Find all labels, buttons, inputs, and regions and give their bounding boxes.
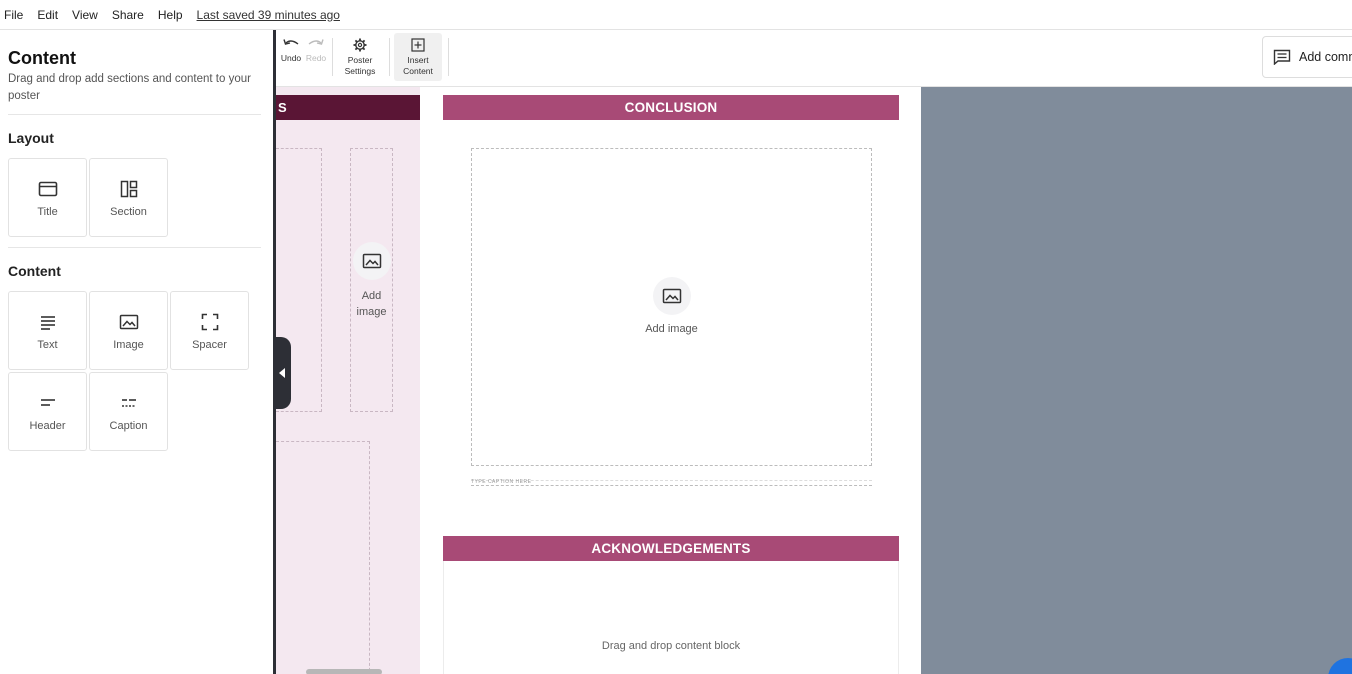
layout-heading: Layout: [8, 130, 54, 146]
content-heading: Content: [8, 263, 61, 279]
poster-settings-label-1: Poster: [347, 55, 373, 65]
insert-content-button[interactable]: Insert Content: [394, 33, 442, 81]
redo-icon: [308, 39, 324, 45]
caption-placeholder: TYPE CAPTION HERE: [471, 479, 532, 485]
section-icon: [118, 178, 140, 200]
menu-file[interactable]: File: [4, 8, 23, 22]
header-icon: [37, 392, 59, 414]
chevron-left-icon: [279, 368, 285, 378]
acknowledgements-dropzone[interactable]: [443, 561, 899, 674]
add-image-label-2: image: [356, 306, 387, 318]
insert-content-label-1: Insert: [407, 55, 429, 65]
tile-label: Spacer: [192, 339, 227, 351]
text-icon: [37, 311, 59, 333]
divider: [8, 114, 261, 115]
layout-section-tile[interactable]: Section: [89, 158, 168, 237]
insert-plus-icon: [411, 38, 425, 52]
add-comment-label: Add comm: [1299, 50, 1352, 64]
image-icon: [362, 253, 381, 269]
add-image-circle: [652, 277, 691, 315]
menu-share[interactable]: Share: [112, 8, 144, 22]
spacer-icon: [199, 311, 221, 333]
tile-label: Header: [29, 420, 66, 432]
panel-title: Content: [8, 48, 76, 68]
add-image-button-small[interactable]: Add image: [350, 242, 393, 320]
caption-icon: [118, 392, 140, 414]
title-icon: [37, 178, 59, 200]
add-image-label-1: Add: [361, 290, 382, 302]
toolbar-separator: [448, 38, 449, 76]
undo-label: Undo: [280, 53, 302, 63]
content-header-tile[interactable]: Header: [8, 372, 87, 451]
poster-settings-label-2: Settings: [344, 66, 376, 76]
horizontal-scrollbar[interactable]: [306, 669, 382, 674]
left-section-header[interactable]: S: [276, 95, 420, 120]
tile-label: Image: [113, 339, 144, 351]
menu-view[interactable]: View: [72, 8, 98, 22]
divider: [8, 247, 261, 248]
tile-label: Caption: [109, 420, 148, 432]
poster-settings-button[interactable]: Poster Settings: [338, 30, 382, 80]
tile-label: Text: [37, 339, 58, 351]
comment-icon: [1273, 49, 1291, 65]
drag-drop-hint: Drag and drop content block: [601, 640, 741, 652]
gear-icon: [353, 38, 367, 52]
poster-canvas: S Add image CONCLUSION Add image TYPE CA…: [276, 87, 921, 674]
image-icon: [118, 311, 140, 333]
last-saved-link[interactable]: Last saved 39 minutes ago: [197, 8, 340, 22]
content-image-tile[interactable]: Image: [89, 291, 168, 370]
content-caption-tile[interactable]: Caption: [89, 372, 168, 451]
redo-label: Redo: [305, 53, 327, 63]
content-text-tile[interactable]: Text: [8, 291, 87, 370]
undo-button[interactable]: Undo: [278, 30, 304, 80]
acknowledgements-header[interactable]: ACKNOWLEDGEMENTS: [443, 536, 899, 561]
panel-description: Drag and drop add sections and content t…: [8, 73, 251, 102]
toolbar-separator: [332, 38, 333, 76]
undo-icon: [283, 39, 299, 45]
toolbar-separator: [389, 38, 390, 76]
tile-label: Title: [37, 206, 58, 218]
image-icon: [662, 288, 681, 304]
redo-button[interactable]: Redo: [304, 30, 328, 80]
content-panel: Content Drag and drop add sections and c…: [0, 30, 273, 674]
add-image-label: Add image: [645, 323, 698, 335]
add-comment-button[interactable]: Add comm: [1262, 36, 1352, 78]
tile-label: Section: [110, 206, 147, 218]
menu-bar: File Edit View Share Help Last saved 39 …: [0, 0, 1352, 30]
insert-content-label-2: Content: [403, 66, 433, 76]
add-image-circle: [352, 242, 391, 280]
canvas-background: [921, 87, 1352, 674]
collapse-panel-button[interactable]: [273, 337, 291, 409]
left-content-placeholder[interactable]: [276, 441, 370, 674]
conclusion-add-image-button[interactable]: Add image: [471, 277, 872, 337]
conclusion-header[interactable]: CONCLUSION: [443, 95, 899, 120]
menu-edit[interactable]: Edit: [37, 8, 58, 22]
toolbar: Undo Redo Poster Settings Insert Content…: [276, 30, 1352, 87]
content-spacer-tile[interactable]: Spacer: [170, 291, 249, 370]
menu-help[interactable]: Help: [158, 8, 183, 22]
layout-title-tile[interactable]: Title: [8, 158, 87, 237]
